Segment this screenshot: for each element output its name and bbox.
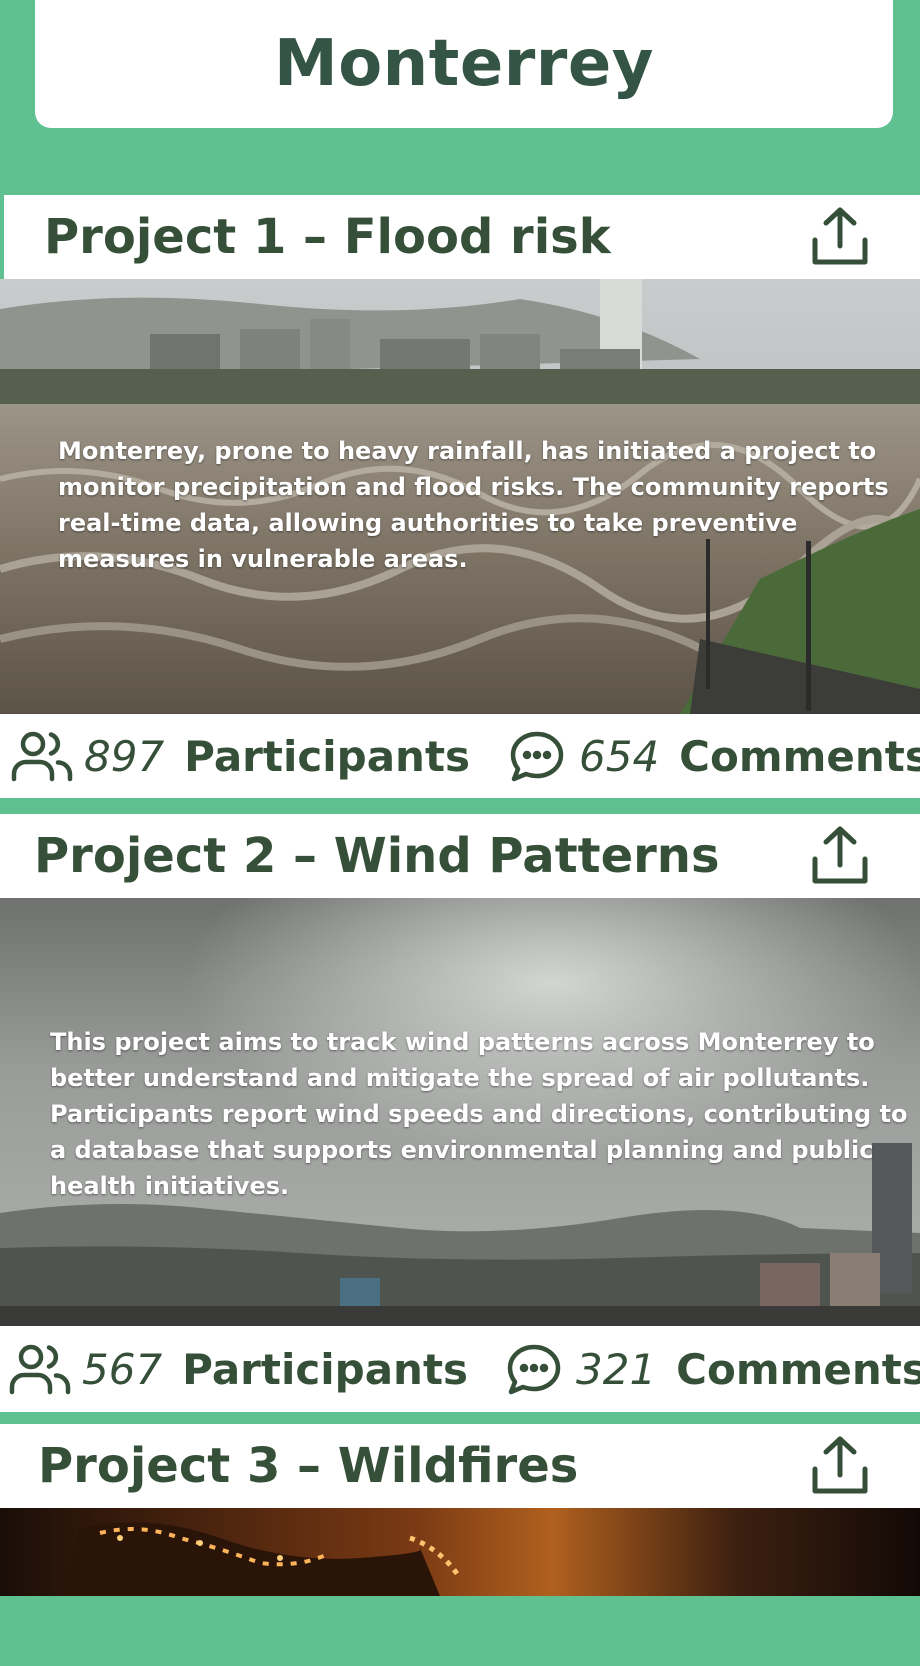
comments-stat[interactable]: 654 Comments [505,714,920,798]
users-icon [8,1341,72,1397]
wildfire-image [0,1508,920,1596]
project-title[interactable]: Project 2 – Wind Patterns [34,828,720,884]
project-title[interactable]: Project 3 – Wildfires [38,1438,578,1494]
participants-label: Participants [184,731,471,781]
project-description: Monterrey, prone to heavy rainfall, has … [58,437,889,573]
project-stats: 897 Participants 654 Comments [0,714,920,798]
share-button[interactable] [804,1430,876,1502]
participants-label: Participants [182,1344,469,1394]
participants-count: 567 [82,1344,163,1394]
users-icon [10,728,74,784]
project-title[interactable]: Project 1 – Flood risk [44,209,611,265]
share-button[interactable] [804,820,876,892]
comments-count: 321 [576,1344,657,1394]
project-card-header: Project 1 – Flood risk [0,195,920,279]
city-header: Monterrey [35,0,893,128]
comments-label: Comments [676,1344,920,1394]
wildfire-photo [0,1508,920,1596]
share-icon [812,826,868,884]
comments-stat[interactable]: 321 Comments [502,1327,920,1411]
wind-photo: This project aims to track wind patterns… [0,898,920,1326]
comments-label: Comments [679,731,920,781]
comments-count: 654 [579,731,660,781]
project-card-header: Project 3 – Wildfires [0,1424,920,1508]
share-button[interactable] [804,201,876,273]
page-title: Monterrey [274,27,654,101]
participants-count: 897 [84,731,165,781]
share-icon [812,1436,868,1494]
comment-icon [502,1341,566,1397]
project-description: This project aims to track wind patterns… [50,1028,908,1200]
project-card-header: Project 2 – Wind Patterns [0,814,920,898]
participants-stat[interactable]: 897 Participants [10,714,470,798]
comment-icon [505,728,569,784]
flood-photo: Monterrey, prone to heavy rainfall, has … [0,279,920,714]
share-icon [812,207,868,265]
project-stats: 567 Participants 321 Comments [0,1326,920,1412]
participants-stat[interactable]: 567 Participants [8,1327,468,1411]
